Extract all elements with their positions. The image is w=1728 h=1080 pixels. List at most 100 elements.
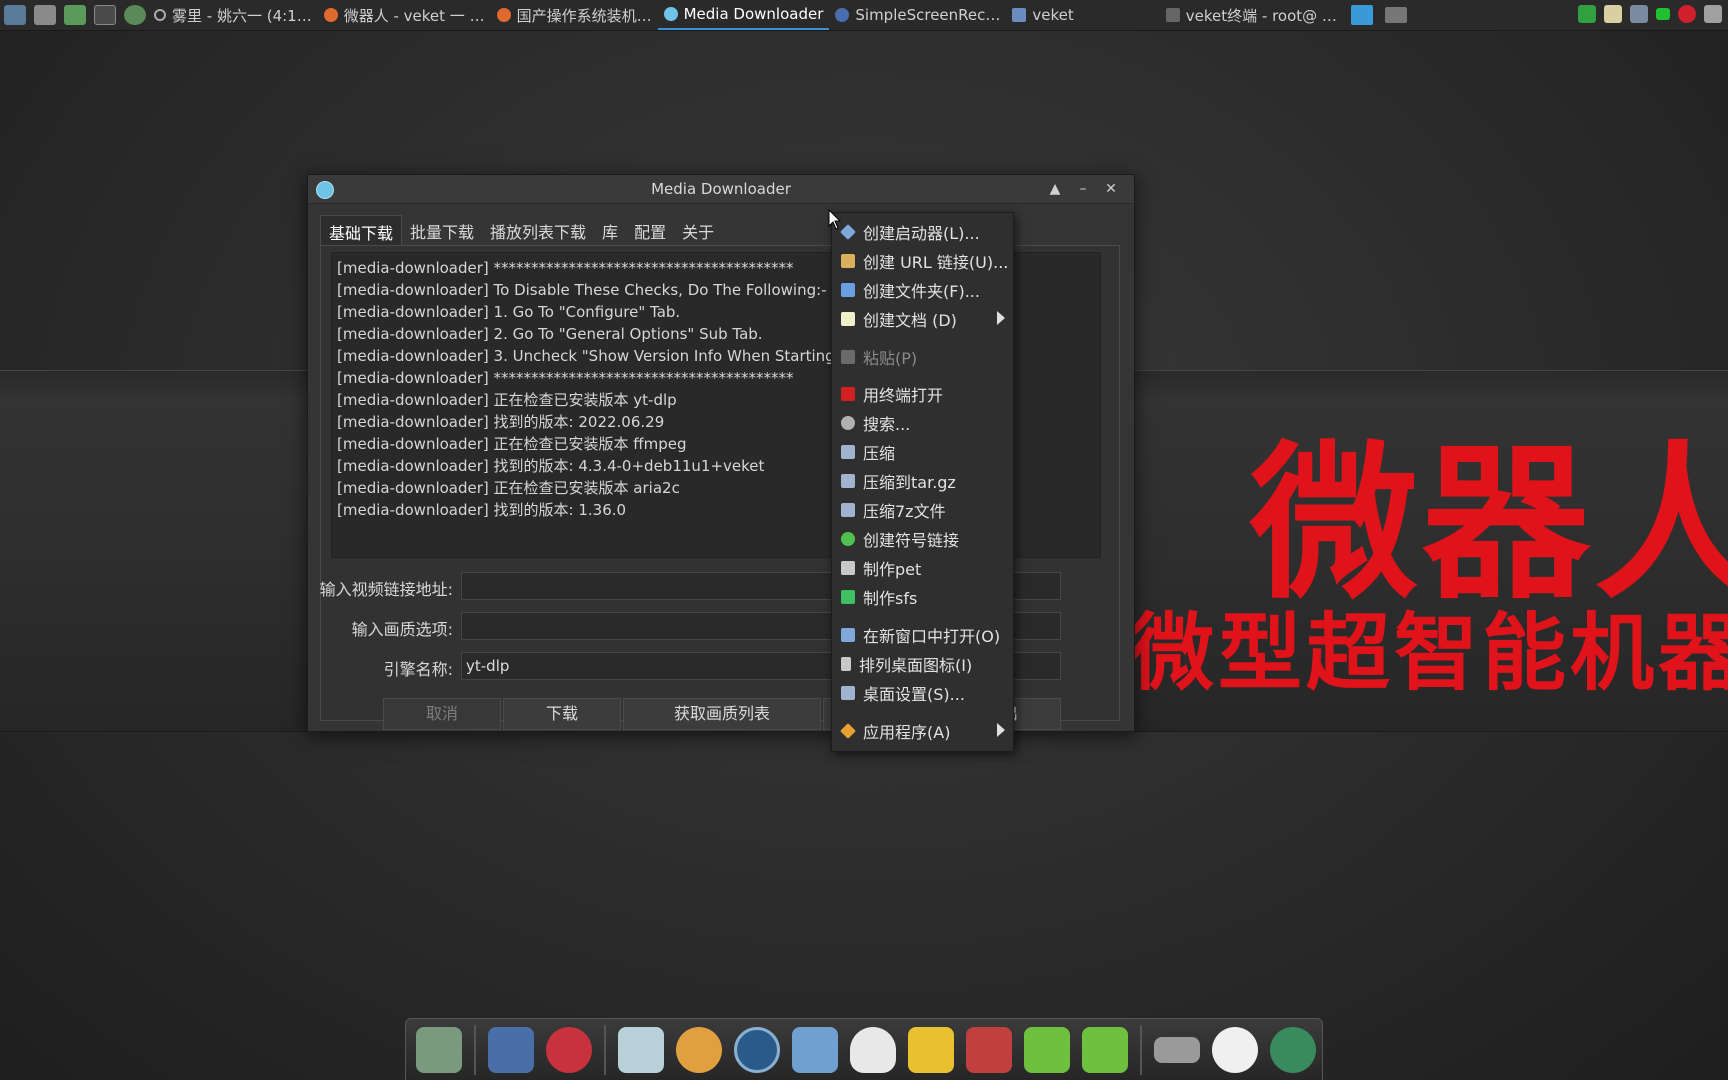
record-icon[interactable]	[1678, 5, 1696, 23]
menu-search[interactable]: 搜索...	[832, 410, 1013, 436]
shield-icon[interactable]	[1578, 5, 1596, 23]
dock-separator	[474, 1024, 476, 1075]
menu-label: 制作sfs	[863, 589, 918, 608]
monitor-icon[interactable]	[488, 1026, 534, 1073]
search-icon	[841, 416, 855, 430]
menu-create-symlink[interactable]: 创建符号链接	[832, 526, 1013, 552]
battery-icon[interactable]	[1656, 8, 1670, 20]
tab-about[interactable]: 关于	[674, 215, 722, 248]
keyboard-icon[interactable]	[1704, 5, 1722, 23]
dock-separator	[1140, 1024, 1142, 1075]
minimize-icon[interactable]: –	[1072, 178, 1094, 200]
network-users-icon[interactable]	[792, 1026, 838, 1073]
help-icon-2[interactable]	[1082, 1026, 1128, 1073]
mouse-cursor-icon	[828, 209, 842, 230]
close-icon[interactable]: ✕	[1100, 178, 1122, 200]
menu-label: 创建启动器(L)...	[863, 224, 980, 243]
desktop-1-icon[interactable]	[1350, 5, 1373, 25]
download-button[interactable]: 下载	[503, 698, 621, 730]
sfs-icon	[841, 590, 855, 604]
settings-icon	[841, 686, 855, 700]
task-label: veket	[1032, 6, 1074, 24]
menu-make-sfs[interactable]: 制作sfs	[832, 584, 1013, 610]
network-icon[interactable]	[1630, 5, 1648, 23]
task-wuli[interactable]: 雾里 - 姚六一 (4:1…	[166, 0, 318, 30]
applications-icon	[840, 723, 856, 739]
menu-create-folder[interactable]: 创建文件夹(F)...	[832, 277, 1013, 303]
tab-library[interactable]: 库	[594, 215, 626, 248]
cancel-button[interactable]: 取消	[383, 698, 501, 730]
menu-create-launcher[interactable]: 创建启动器(L)...	[832, 219, 1013, 245]
menu-label: 桌面设置(S)...	[863, 685, 965, 704]
task-label: 雾里 - 姚六一 (4:1…	[172, 6, 312, 25]
task-media-downloader[interactable]: Media Downloader	[657, 0, 830, 30]
submenu-arrow-icon	[997, 311, 1005, 325]
task-veket[interactable]: veket	[1006, 0, 1079, 30]
task-label: Media Downloader	[683, 5, 824, 23]
window-title: Media Downloader	[651, 180, 791, 198]
menu-label: 创建文件夹(F)...	[863, 282, 980, 301]
menu-label: 创建符号链接	[863, 531, 960, 550]
globe-icon[interactable]	[1270, 1026, 1316, 1073]
archive-icon	[841, 445, 855, 459]
globe-icon[interactable]	[124, 5, 146, 25]
task-terminal[interactable]: veket终端 - root@ …	[1160, 0, 1343, 30]
chart-icon[interactable]	[966, 1026, 1012, 1073]
notepad-icon[interactable]	[618, 1026, 664, 1073]
menu-applications[interactable]: 应用程序(A)	[832, 718, 1013, 744]
document-icon	[841, 312, 855, 326]
penguin-icon[interactable]	[850, 1026, 896, 1073]
tab-playlist-download[interactable]: 播放列表下载	[482, 215, 594, 248]
drive-icon[interactable]	[1154, 1036, 1200, 1063]
tab-configure[interactable]: 配置	[626, 215, 674, 248]
menu-open-new-window[interactable]: 在新窗口中打开(O)	[832, 622, 1013, 648]
menu-compress-7z[interactable]: 压缩7z文件	[832, 497, 1013, 523]
menu-label: 用终端打开	[863, 386, 944, 405]
menu-label: 压缩	[863, 444, 896, 463]
palette-icon[interactable]	[676, 1026, 722, 1073]
menu-paste[interactable]: 粘贴(P)	[832, 344, 1013, 370]
desktop-context-menu: 创建启动器(L)... 创建 URL 链接(U)... 创建文件夹(F)... …	[831, 212, 1014, 752]
archive-icon	[841, 474, 855, 488]
settings-icon[interactable]	[34, 5, 56, 25]
task-os-install[interactable]: 国产操作系统装机…	[491, 0, 658, 30]
menu-open-terminal[interactable]: 用终端打开	[832, 381, 1013, 407]
help-icon[interactable]	[1024, 1026, 1070, 1073]
title-bar[interactable]: Media Downloader ▲ – ✕	[308, 175, 1134, 204]
hedgehog-icon[interactable]	[546, 1026, 592, 1073]
clipboard-icon[interactable]	[1604, 5, 1622, 23]
firefox-icon	[323, 8, 338, 22]
desktop-2-icon[interactable]	[1384, 7, 1407, 23]
menu-create-url-link[interactable]: 创建 URL 链接(U)...	[832, 248, 1013, 274]
menu-make-pet[interactable]: 制作pet	[832, 555, 1013, 581]
task-weiqiren[interactable]: 微器人 - veket 一 …	[318, 0, 491, 30]
circle-icon[interactable]	[154, 9, 166, 21]
menu-create-document[interactable]: 创建文档 (D)	[832, 306, 1013, 332]
menu-compress[interactable]: 压缩	[832, 439, 1013, 465]
graph-icon[interactable]	[416, 1026, 462, 1073]
task-label: 微器人 - veket 一 …	[343, 6, 485, 25]
brightness-icon[interactable]	[1212, 1026, 1258, 1073]
media-downloader-icon	[663, 7, 678, 21]
shade-icon[interactable]: ▲	[1044, 178, 1066, 200]
dock-separator	[604, 1024, 606, 1075]
disc-icon[interactable]	[734, 1026, 780, 1073]
paste-icon	[841, 350, 855, 364]
menu-compress-targz[interactable]: 压缩到tar.gz	[832, 468, 1013, 494]
task-screenrecorder[interactable]: SimpleScreenRec…	[829, 0, 1006, 30]
play-icon[interactable]	[64, 5, 86, 25]
terminal-icon[interactable]	[94, 5, 116, 25]
submenu-arrow-icon	[997, 723, 1005, 737]
tab-batch-download[interactable]: 批量下载	[402, 215, 482, 248]
menu-desktop-settings[interactable]: 桌面设置(S)...	[832, 680, 1013, 706]
get-quality-list-button[interactable]: 获取画质列表	[623, 698, 821, 730]
folder-icon	[841, 283, 855, 297]
task-label: veket终端 - root@ …	[1185, 6, 1337, 25]
tab-basic-download[interactable]: 基础下载	[320, 215, 403, 248]
menu-arrange-icons[interactable]: 排列桌面图标(I)	[832, 651, 1013, 677]
book-icon[interactable]	[908, 1026, 954, 1073]
quick-launch	[0, 5, 166, 25]
menu-label: 在新窗口中打开(O)	[863, 627, 1001, 646]
archive-icon	[841, 503, 855, 517]
system-monitor-icon[interactable]	[4, 5, 26, 25]
